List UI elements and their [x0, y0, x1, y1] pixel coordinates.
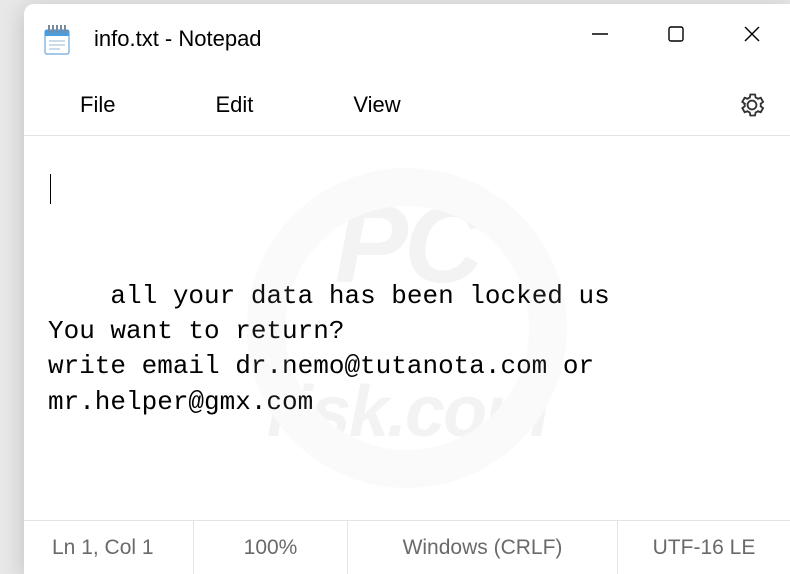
maximize-button[interactable] [638, 4, 714, 64]
notepad-app-icon [44, 23, 70, 55]
menu-view[interactable]: View [337, 84, 416, 126]
titlebar: info.txt - Notepad [24, 4, 790, 74]
close-button[interactable] [714, 4, 790, 64]
status-zoom[interactable]: 100% [194, 521, 348, 574]
watermark-line1: PC [267, 195, 547, 294]
gear-icon [738, 91, 766, 119]
menu-edit[interactable]: Edit [199, 84, 269, 126]
window-title: info.txt - Notepad [94, 26, 562, 52]
status-encoding: UTF-16 LE [618, 521, 790, 574]
minimize-button[interactable] [562, 4, 638, 64]
menu-file[interactable]: File [64, 84, 131, 126]
settings-button[interactable] [730, 83, 774, 127]
text-cursor [50, 174, 51, 204]
status-line-ending: Windows (CRLF) [348, 521, 618, 574]
document-text: all your data has been locked us You wan… [48, 281, 610, 416]
menubar: File Edit View [24, 74, 790, 136]
notepad-window: info.txt - Notepad File Edit View [24, 4, 790, 574]
status-cursor-position: Ln 1, Col 1 [24, 521, 194, 574]
statusbar: Ln 1, Col 1 100% Windows (CRLF) UTF-16 L… [24, 520, 790, 574]
text-editor[interactable]: PC risk.com all your data has been locke… [24, 136, 790, 520]
window-controls [562, 4, 790, 74]
